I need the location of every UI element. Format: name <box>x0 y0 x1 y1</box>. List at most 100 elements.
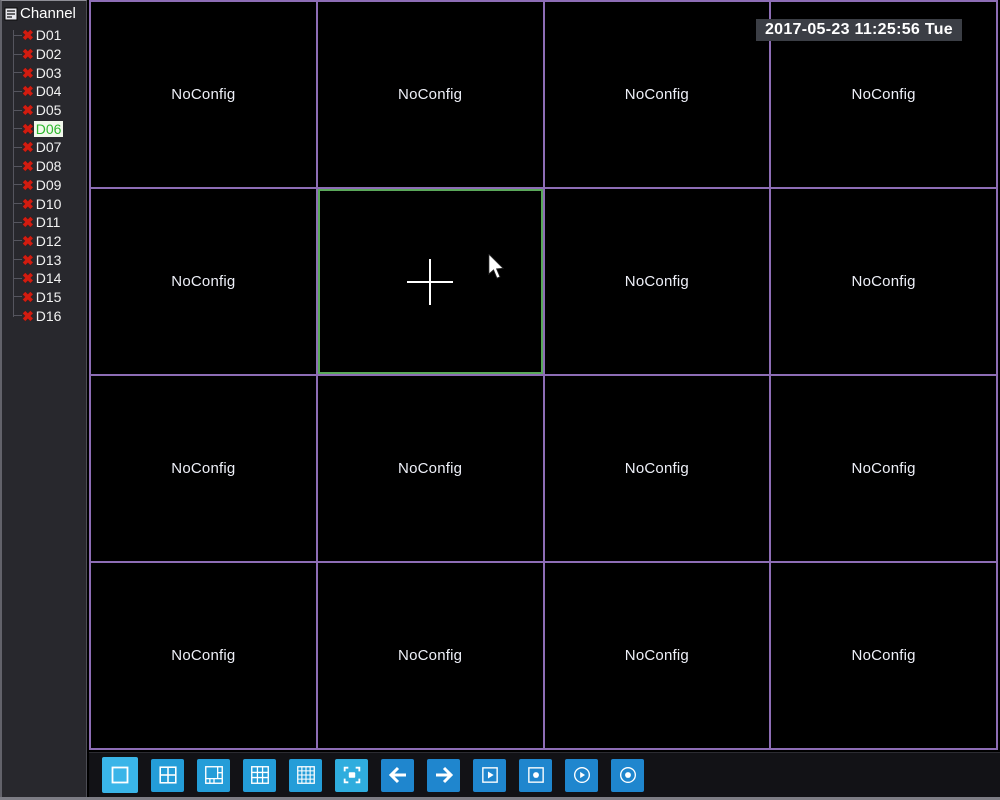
channel-item-d14[interactable]: ✖ D14 <box>2 269 86 288</box>
channel-x-icon[interactable]: ✖ <box>22 28 34 42</box>
channel-x-icon[interactable]: ✖ <box>22 271 34 285</box>
tree-tick <box>13 53 22 55</box>
channel-item-d07[interactable]: ✖ D07 <box>2 138 86 157</box>
video-grid: NoConfig NoConfig NoConfig NoConfig NoConfig… <box>89 0 998 750</box>
tree-tick <box>13 184 22 186</box>
channel-item-d02[interactable]: ✖ D02 <box>2 45 86 64</box>
tree-tick <box>13 72 22 74</box>
tree-tick <box>13 315 22 317</box>
video-cell[interactable]: NoConfig <box>544 189 770 374</box>
video-cell[interactable]: NoConfig <box>544 376 770 561</box>
cell-status-label: NoConfig <box>398 86 463 103</box>
tree-tick <box>13 128 22 130</box>
quad-view-icon <box>157 764 179 786</box>
channel-x-icon[interactable]: ✖ <box>22 290 34 304</box>
tree-tick <box>13 146 22 148</box>
channel-x-icon[interactable]: ✖ <box>22 234 34 248</box>
bottom-toolbar <box>89 752 1000 797</box>
video-cell[interactable]: NoConfig <box>771 189 996 374</box>
channel-item-d01[interactable]: ✖ D01 <box>2 26 86 45</box>
channel-x-icon[interactable]: ✖ <box>22 197 34 211</box>
channel-label: D09 <box>35 176 62 193</box>
tree-tick <box>13 165 22 167</box>
channel-x-icon[interactable]: ✖ <box>22 47 34 61</box>
video-cell[interactable]: NoConfig <box>91 376 316 561</box>
channel-panel-title: Channel <box>20 5 76 22</box>
cell-status-label: NoConfig <box>171 273 236 290</box>
video-cell[interactable]: NoConfig <box>771 563 996 748</box>
channel-tree: ✖ D01 ✖ D02 ✖ D03 ✖ D04 ✖ D05 ✖ D06 ✖ D07 ✖ D08 ✖ D09 ✖ D10… <box>2 24 86 325</box>
channel-x-icon[interactable]: ✖ <box>22 84 34 98</box>
channel-label: D02 <box>35 46 62 63</box>
pip-icon <box>341 764 363 786</box>
playback-circle-button[interactable] <box>565 758 598 792</box>
next-channel-button[interactable] <box>427 758 460 792</box>
video-cell-selected[interactable] <box>317 189 543 374</box>
channel-label: D10 <box>35 195 62 212</box>
cell-status-label: NoConfig <box>171 460 236 477</box>
channel-item-d10[interactable]: ✖ D10 <box>2 194 86 213</box>
single-view-icon <box>108 763 132 787</box>
channel-item-d15[interactable]: ✖ D15 <box>2 288 86 307</box>
video-cell[interactable]: NoConfig <box>317 376 543 561</box>
layout-single-view-button[interactable] <box>102 757 138 793</box>
cell-status-label: NoConfig <box>851 273 916 290</box>
channel-label: D01 <box>35 27 62 44</box>
channel-x-icon[interactable]: ✖ <box>22 309 34 323</box>
video-cell[interactable]: NoConfig <box>544 563 770 748</box>
record-circle-button[interactable] <box>611 758 644 792</box>
video-cell[interactable]: NoConfig <box>91 2 316 187</box>
cell-status-label: NoConfig <box>171 647 236 664</box>
layout-sixteen-view-button[interactable] <box>289 758 322 792</box>
channel-item-d04[interactable]: ✖ D04 <box>2 82 86 101</box>
channel-label: D07 <box>35 139 62 156</box>
channel-x-icon[interactable]: ✖ <box>22 122 34 136</box>
tree-tick <box>13 34 22 36</box>
channel-x-icon[interactable]: ✖ <box>22 140 34 154</box>
layout-eight-view-button[interactable] <box>197 758 230 792</box>
channel-label: D11 <box>35 214 61 231</box>
channel-item-d03[interactable]: ✖ D03 <box>2 63 86 82</box>
video-cell[interactable]: NoConfig <box>771 376 996 561</box>
datetime-display: 2017-05-23 11:25:56 Tue <box>755 19 962 41</box>
tree-tick <box>13 259 22 261</box>
play-square-icon <box>479 764 501 786</box>
channel-x-icon[interactable]: ✖ <box>22 103 34 117</box>
channel-item-d09[interactable]: ✖ D09 <box>2 176 86 195</box>
channel-label: D05 <box>35 102 62 119</box>
channel-x-icon[interactable]: ✖ <box>22 215 34 229</box>
video-cell[interactable]: NoConfig <box>544 2 770 187</box>
channel-x-icon[interactable]: ✖ <box>22 66 34 80</box>
channel-item-d08[interactable]: ✖ D08 <box>2 157 86 176</box>
channel-label: D14 <box>35 270 62 287</box>
cell-status-label: NoConfig <box>851 647 916 664</box>
channel-item-d06[interactable]: ✖ D06 <box>2 119 86 138</box>
playback-square-button[interactable] <box>473 758 506 792</box>
channel-item-d12[interactable]: ✖ D12 <box>2 232 86 251</box>
channel-item-d13[interactable]: ✖ D13 <box>2 250 86 269</box>
tree-tick <box>13 296 22 298</box>
tree-tick <box>13 277 22 279</box>
video-cell[interactable]: NoConfig <box>91 189 316 374</box>
channel-label: D06 <box>33 120 64 137</box>
channel-label: D04 <box>35 83 62 100</box>
channel-item-d16[interactable]: ✖ D16 <box>2 306 86 325</box>
tree-tick <box>13 109 22 111</box>
video-cell[interactable]: NoConfig <box>317 2 543 187</box>
channel-item-d05[interactable]: ✖ D05 <box>2 101 86 120</box>
layout-nine-view-button[interactable] <box>243 758 276 792</box>
play-circle-icon <box>571 764 593 786</box>
channel-panel-header: Channel <box>2 1 86 24</box>
channel-label: D16 <box>35 307 62 324</box>
channel-item-d11[interactable]: ✖ D11 <box>2 213 86 232</box>
tree-tick <box>13 240 22 242</box>
channel-x-icon[interactable]: ✖ <box>22 159 34 173</box>
record-square-button[interactable] <box>519 758 552 792</box>
video-cell[interactable]: NoConfig <box>317 563 543 748</box>
channel-x-icon[interactable]: ✖ <box>22 253 34 267</box>
pip-view-button[interactable] <box>335 758 368 792</box>
video-cell[interactable]: NoConfig <box>91 563 316 748</box>
previous-channel-button[interactable] <box>381 758 414 792</box>
layout-quad-view-button[interactable] <box>151 758 184 792</box>
channel-x-icon[interactable]: ✖ <box>22 178 34 192</box>
